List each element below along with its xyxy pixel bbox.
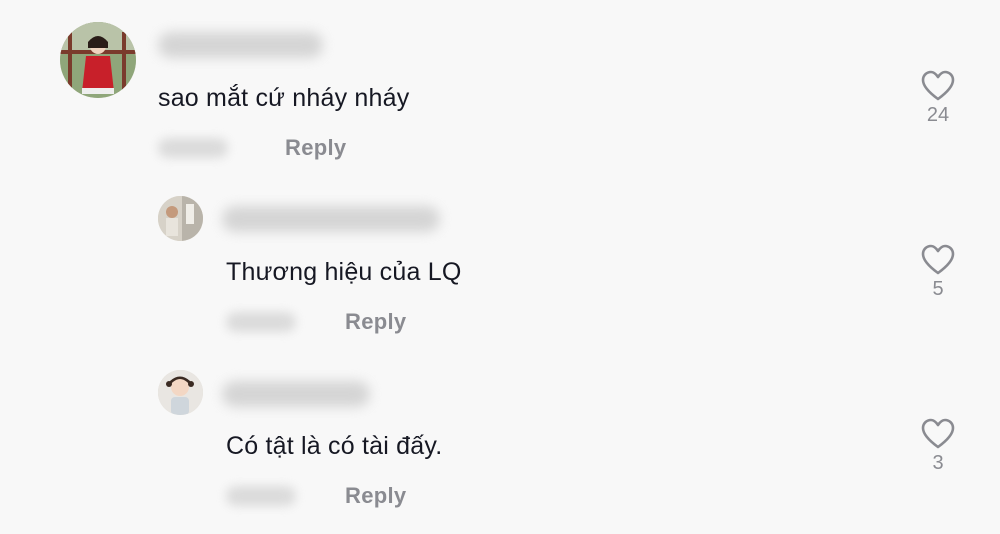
like-button[interactable]: 5 <box>920 244 956 301</box>
commenter-avatar[interactable] <box>158 370 203 415</box>
blurred-username <box>222 381 370 407</box>
blurred-timestamp <box>226 312 296 332</box>
blurred-timestamp <box>158 138 228 158</box>
heart-outline-icon <box>921 244 955 275</box>
blurred-username <box>222 206 440 232</box>
reply-button[interactable]: Reply <box>285 135 346 161</box>
blurred-username <box>158 32 323 58</box>
commenter-avatar[interactable] <box>60 22 136 98</box>
like-count: 5 <box>932 278 944 300</box>
reply-button[interactable]: Reply <box>345 309 406 335</box>
reply-comment-item: Có tật là có tài đấy. Reply 3 <box>0 355 1000 534</box>
reply-button[interactable]: Reply <box>345 483 406 509</box>
like-button[interactable]: 3 <box>920 418 956 475</box>
comment-text: Thương hiệu của LQ <box>226 258 462 286</box>
comment-text: Có tật là có tài đấy. <box>226 432 443 460</box>
heart-outline-icon <box>921 418 955 449</box>
heart-outline-icon <box>921 70 955 101</box>
commenter-avatar[interactable] <box>158 196 203 241</box>
like-count: 24 <box>926 104 950 126</box>
comment-text: sao mắt cứ nháy nháy <box>158 84 410 112</box>
like-button[interactable]: 24 <box>920 70 956 127</box>
comment-item: sao mắt cứ nháy nháy Reply 24 <box>0 0 1000 180</box>
blurred-timestamp <box>226 486 296 506</box>
reply-comment-item: Thương hiệu của LQ Reply 5 <box>0 180 1000 355</box>
like-count: 3 <box>932 452 944 474</box>
